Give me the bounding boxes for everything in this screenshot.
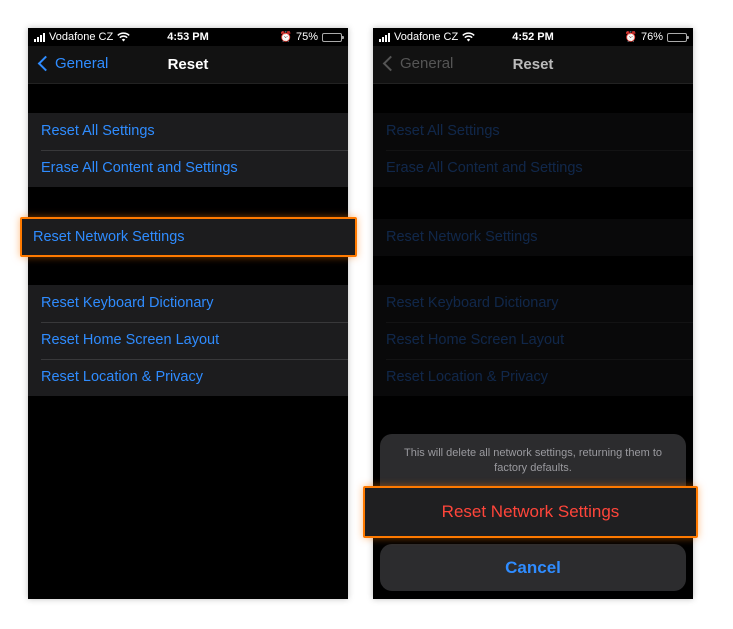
cancel-button[interactable]: Cancel [380,544,686,591]
battery-icon [667,32,689,42]
status-bar: Vodafone CZ 4:53 PM ⏰ 75% [28,28,348,46]
navigation-bar: General Reset [373,46,693,84]
reset-network-settings-confirm-button[interactable]: Reset Network Settings [363,486,698,538]
reset-keyboard-dictionary-row[interactable]: Reset Keyboard Dictionary [28,285,348,322]
page-title: Reset [167,56,209,73]
action-sheet-message: This will delete all network settings, r… [403,447,662,474]
reset-network-settings-row[interactable]: Reset Network Settings [22,219,355,256]
alarm-icon: ⏰ [624,31,637,43]
battery-icon [322,32,344,42]
left-phone-screen: Vodafone CZ 4:53 PM ⏰ 75% General Reset … [28,28,348,599]
reset-location-privacy-row[interactable]: Reset Location & Privacy [28,359,348,396]
navigation-bar: General Reset [28,46,348,84]
reset-all-settings-row[interactable]: Reset All Settings [28,113,348,150]
page-title: Reset [512,56,554,73]
status-bar: Vodafone CZ 4:52 PM ⏰ 76% [373,28,693,46]
settings-group-reset: Reset All Settings Erase All Content and… [28,113,348,187]
reset-home-screen-layout-row[interactable]: Reset Home Screen Layout [28,322,348,359]
battery-percent: 76% [640,31,663,43]
highlighted-reset-network-settings: Reset Network Settings [20,217,357,257]
battery-percent: 75% [295,31,318,43]
settings-group-other-resets: Reset Keyboard Dictionary Reset Home Scr… [28,285,348,396]
erase-all-content-row[interactable]: Erase All Content and Settings [28,150,348,187]
alarm-icon: ⏰ [279,31,292,43]
